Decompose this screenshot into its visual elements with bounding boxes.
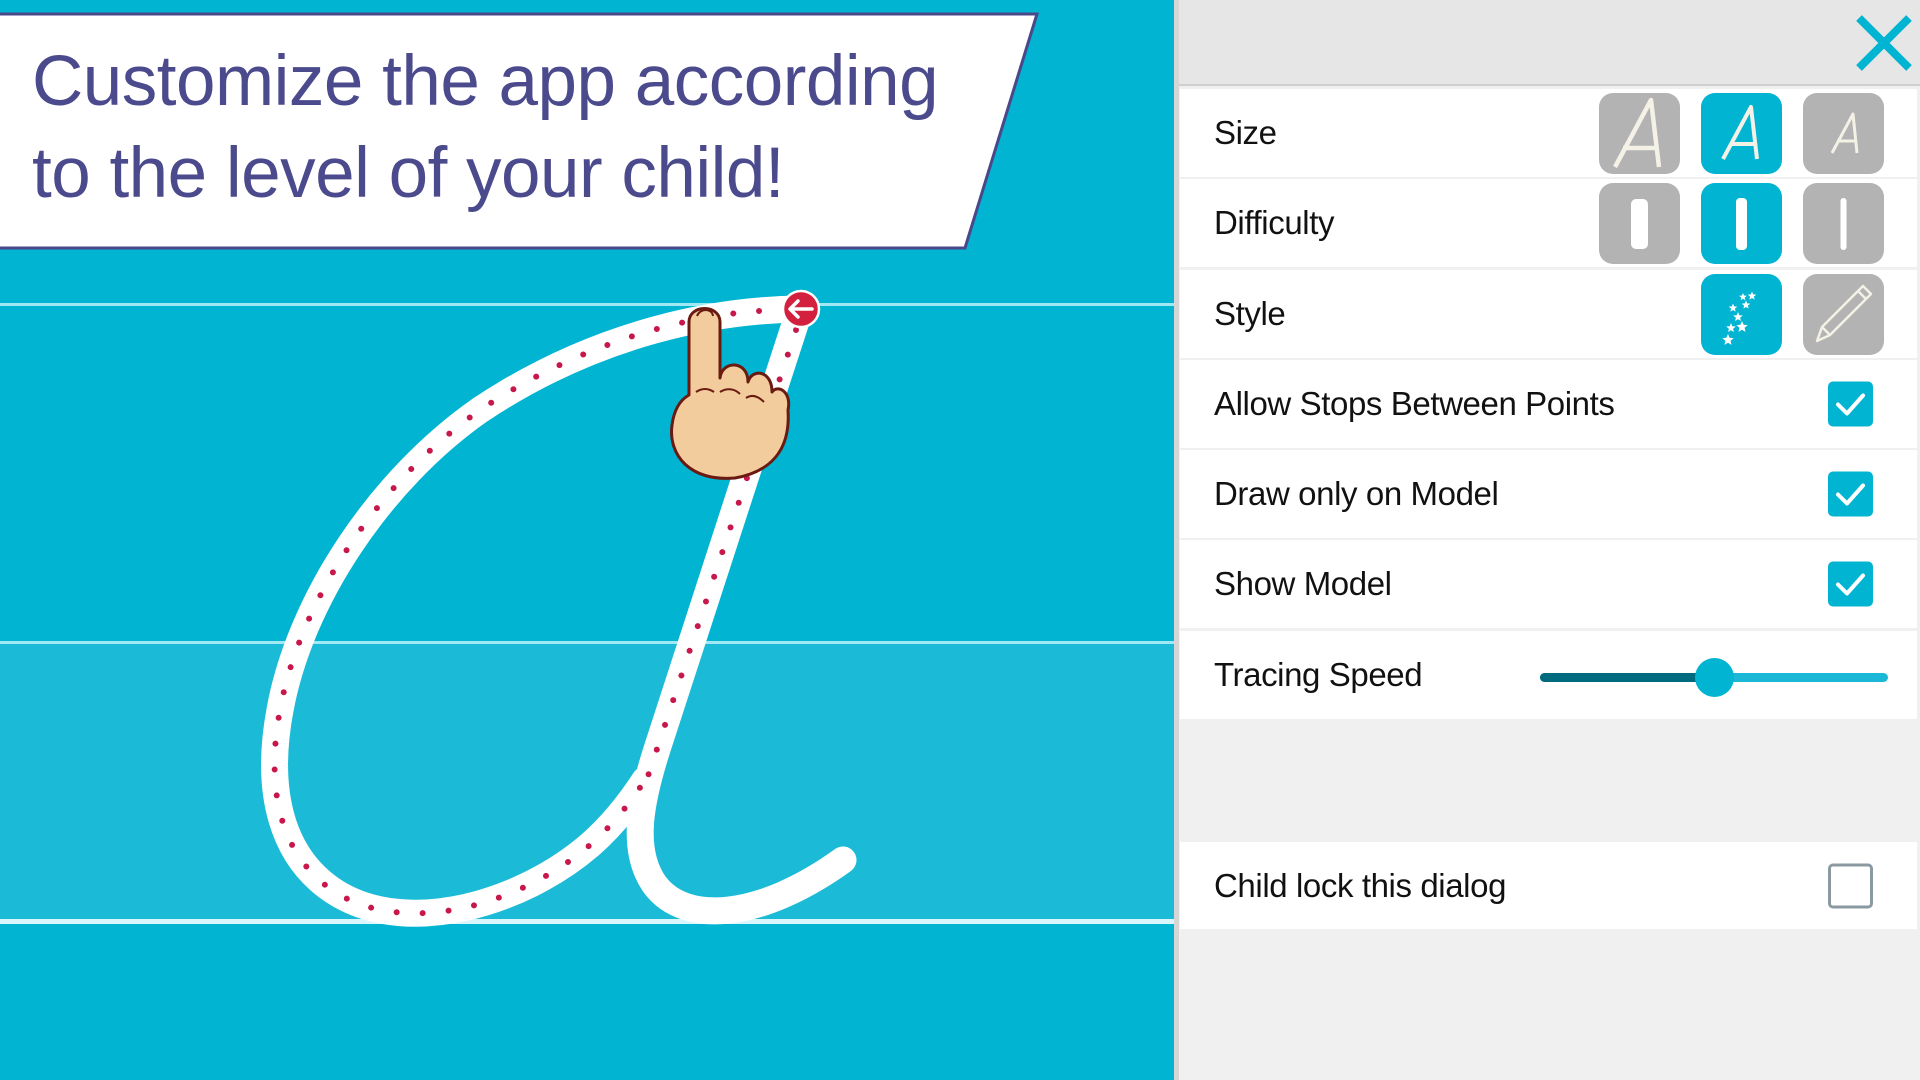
letter-a-large-icon: [1613, 97, 1662, 169]
letter-a-medium-icon: [1721, 105, 1759, 160]
star-shape: [1741, 300, 1751, 309]
checkmark-icon: [1836, 393, 1865, 416]
draw-only-on-model-label: Draw only on Model: [1214, 475, 1499, 512]
checkmark-icon: [1836, 483, 1865, 506]
draw-only-on-model-checkbox[interactable]: [1828, 471, 1873, 517]
style-label: Style: [1214, 295, 1286, 332]
star-shape: [1739, 293, 1747, 301]
instruction-banner: [0, 12, 1040, 250]
pencil-icon: [1815, 284, 1873, 343]
child-lock-checkbox[interactable]: [1828, 863, 1873, 908]
difficulty-easy-button[interactable]: [1599, 183, 1680, 264]
difficulty-medium-button[interactable]: [1701, 183, 1782, 264]
star-shape: [1736, 321, 1748, 332]
child-lock-label: Child lock this dialog: [1214, 866, 1507, 904]
close-icon: [1856, 15, 1912, 71]
style-pencil-button[interactable]: [1803, 274, 1884, 355]
wide-bar-icon: [1631, 199, 1648, 249]
allow-stops-checkbox[interactable]: [1828, 381, 1873, 427]
star-shape: [1722, 334, 1734, 345]
close-button[interactable]: [1853, 12, 1915, 74]
letter-a-small-icon: [1830, 112, 1859, 154]
setting-row-draw-only-on-model: Draw only on Model: [1180, 450, 1917, 538]
star-shape: [1726, 323, 1736, 332]
size-label: Size: [1214, 114, 1277, 151]
settings-panel: Size Difficulty Style Allow Stops Betwee…: [1174, 0, 1920, 1080]
setting-row-style: Style: [1180, 270, 1917, 358]
star-shape: [1728, 303, 1738, 312]
banner-text-line2: to the level of your child!: [32, 134, 785, 213]
setting-row-tracing-speed: Tracing Speed: [1180, 631, 1917, 719]
panel-header: [1179, 0, 1920, 86]
setting-row-show-model: Show Model: [1180, 540, 1917, 628]
star-shape: [1747, 291, 1757, 300]
difficulty-hard-button[interactable]: [1803, 183, 1884, 264]
size-large-button[interactable]: [1599, 93, 1680, 174]
tracing-canvas[interactable]: Customize the app according to the level…: [0, 0, 1174, 1080]
pointing-hand-icon: [670, 307, 791, 480]
medium-bar-icon: [1736, 198, 1747, 250]
start-marker[interactable]: [781, 289, 821, 329]
size-medium-button[interactable]: [1701, 93, 1782, 174]
show-model-label: Show Model: [1214, 565, 1392, 602]
setting-row-child-lock: Child lock this dialog: [1180, 842, 1917, 929]
difficulty-label: Difficulty: [1214, 204, 1335, 241]
style-stars-button[interactable]: [1701, 274, 1782, 355]
slider-fill: [1540, 673, 1714, 682]
size-small-button[interactable]: [1803, 93, 1884, 174]
setting-row-difficulty: Difficulty: [1180, 179, 1917, 267]
show-model-checkbox[interactable]: [1828, 561, 1873, 607]
slider-thumb[interactable]: [1695, 658, 1734, 697]
setting-row-allow-stops: Allow Stops Between Points: [1180, 360, 1917, 448]
setting-row-size: Size: [1180, 89, 1917, 177]
checkmark-icon: [1836, 573, 1865, 596]
tracing-speed-label: Tracing Speed: [1214, 656, 1423, 693]
allow-stops-label: Allow Stops Between Points: [1214, 385, 1615, 422]
tracing-speed-slider[interactable]: [1538, 657, 1890, 697]
banner-text-line1: Customize the app according: [32, 42, 939, 121]
stars-icon: [1722, 291, 1757, 345]
star-shape: [1733, 312, 1743, 321]
thin-bar-icon: [1840, 198, 1847, 250]
